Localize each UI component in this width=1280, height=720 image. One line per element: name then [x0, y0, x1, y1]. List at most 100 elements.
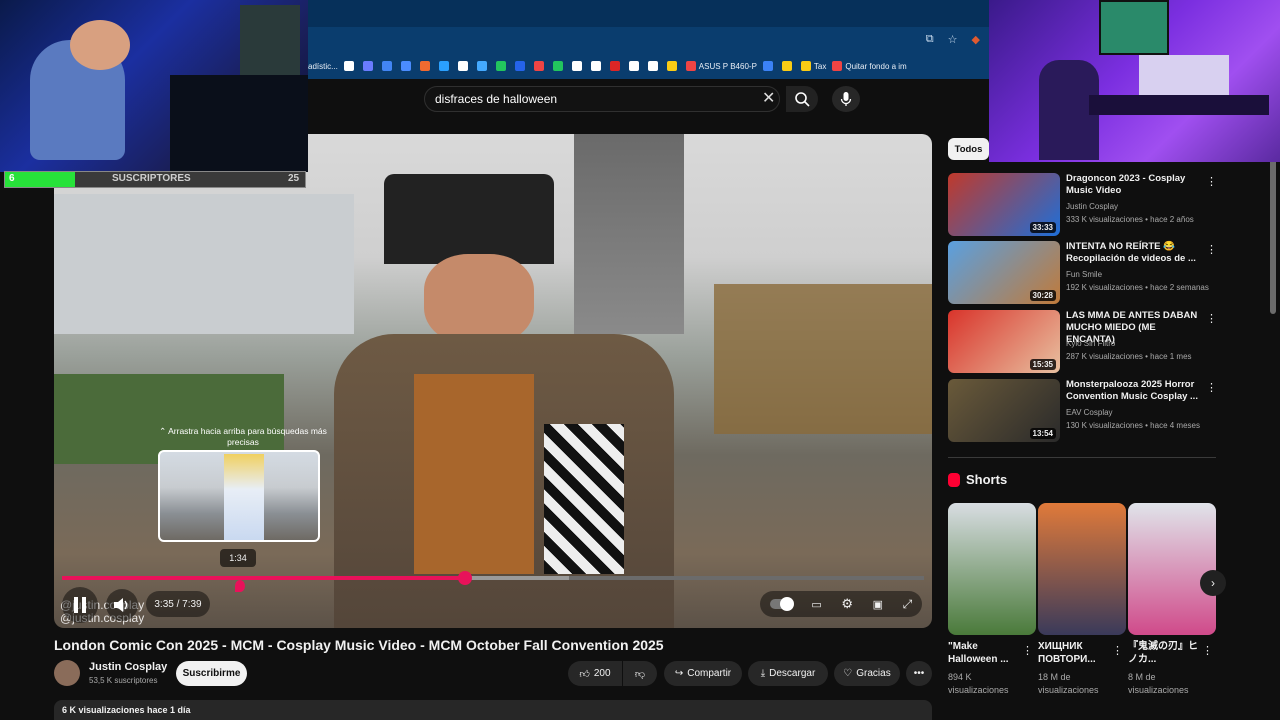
search-query[interactable]: disfraces de halloween	[435, 92, 557, 106]
bookmark-item[interactable]	[476, 61, 490, 71]
video-thumbnail[interactable]: 15:35	[948, 310, 1060, 373]
bookmark-item[interactable]	[419, 61, 433, 71]
subtitles-icon[interactable]: ▭	[811, 598, 821, 611]
video-player[interactable]	[54, 134, 932, 628]
bookmark-item[interactable]	[343, 61, 357, 71]
download-button[interactable]: ⤓ Descargar	[748, 661, 828, 686]
recommendation-item[interactable]: 30:28 INTENTA NO REÍRTE 😂 Recopilación de…	[948, 241, 1218, 305]
time-display: 3:35 / 7:39	[146, 591, 210, 617]
video-duration: 30:28	[1029, 290, 1056, 301]
voice-search-button[interactable]	[832, 86, 860, 112]
video-thumbnail[interactable]: 13:54	[948, 379, 1060, 442]
settings-gear-icon[interactable]: ⚙	[841, 596, 853, 612]
room-monitor-main	[1099, 0, 1169, 55]
short-title[interactable]: 『鬼滅の刃』ヒノカ...	[1128, 640, 1198, 666]
thanks-button[interactable]: ♡ Gracias	[834, 661, 900, 686]
volume-button[interactable]	[106, 589, 138, 621]
short-thumbnail[interactable]	[1038, 503, 1126, 635]
bookmark-item[interactable]	[571, 61, 585, 71]
bookmark-item[interactable]	[381, 61, 395, 71]
recommendation-channel[interactable]: Kylo Sin Filtro	[1066, 339, 1115, 348]
short-title[interactable]: ХИЩНИК ПОВТОРИ...	[1038, 640, 1108, 666]
miniplayer-icon[interactable]: ▣	[873, 598, 883, 611]
recommendation-title[interactable]: Dragoncon 2023 - Cosplay Music Video	[1066, 173, 1201, 197]
bookmark-item[interactable]	[647, 61, 661, 71]
bookmark-item[interactable]	[514, 61, 528, 71]
recommendation-item[interactable]: 33:33 Dragoncon 2023 - Cosplay Music Vide…	[948, 173, 1218, 237]
subscriber-current: 6	[9, 173, 15, 184]
bookmark-favicon-icon	[400, 61, 411, 71]
webcam-overlay-right	[989, 0, 1280, 162]
video-thumbnail[interactable]: 33:33	[948, 173, 1060, 236]
bookmark-item[interactable]: Quitar fondo a im	[832, 61, 907, 71]
shorts-next-button[interactable]: ›	[1200, 570, 1226, 596]
bookmark-item[interactable]	[552, 61, 566, 71]
bookmark-item[interactable]: adístic...	[308, 62, 338, 71]
channel-avatar[interactable]	[54, 660, 80, 686]
more-vertical-icon[interactable]: ⋮	[1202, 644, 1213, 657]
more-vertical-icon[interactable]: ⋮	[1022, 644, 1033, 657]
more-vertical-icon[interactable]: ⋮	[1206, 243, 1217, 256]
bookmark-item[interactable]	[590, 61, 604, 71]
bookmark-item[interactable]	[628, 61, 642, 71]
bookmark-item[interactable]	[609, 61, 623, 71]
short-title[interactable]: "Make Halloween ...	[948, 640, 1018, 666]
channel-name[interactable]: Justin Cosplay	[89, 661, 167, 673]
more-actions-button[interactable]: •••	[906, 661, 932, 686]
bookmark-item[interactable]	[438, 61, 452, 71]
share-button[interactable]: ↪ Compartir	[664, 661, 742, 686]
subscriber-goal: 25	[288, 173, 300, 184]
bookmark-item[interactable]	[495, 61, 509, 71]
like-count: 200	[593, 668, 611, 679]
recommendation-channel[interactable]: Justin Cosplay	[1066, 202, 1118, 211]
building-backdrop	[54, 194, 354, 334]
extension-icon[interactable]: ◆	[972, 33, 980, 46]
description-box[interactable]: 6 K visualizaciones hace 1 día	[54, 700, 932, 720]
recommendation-meta: 192 K visualizaciones • hace 2 semanas	[1066, 283, 1209, 292]
recommendation-title[interactable]: Monsterpalooza 2025 Horror Convention Mu…	[1066, 379, 1201, 403]
bookmark-item[interactable]	[666, 61, 680, 71]
shorts-label: Shorts	[966, 472, 1008, 487]
short-thumbnail[interactable]	[948, 503, 1036, 635]
more-vertical-icon[interactable]: ⋮	[1206, 175, 1217, 188]
pause-button[interactable]	[62, 587, 98, 623]
bookmark-star-icon[interactable]: ☆	[948, 33, 958, 46]
search-input[interactable]: disfraces de halloween	[424, 86, 780, 112]
mouse-cursor-icon	[235, 580, 245, 592]
room-monitor-side	[1139, 55, 1229, 95]
progress-scrubber[interactable]	[458, 571, 472, 585]
filter-chip-all[interactable]: Todos	[948, 138, 989, 160]
bookmark-item[interactable]	[457, 61, 471, 71]
recommendation-channel[interactable]: EAV Cosplay	[1066, 408, 1113, 417]
bookmark-item[interactable]: Tax	[800, 61, 826, 71]
recommendation-meta: 287 K visualizaciones • hace 1 mes	[1066, 352, 1192, 361]
more-vertical-icon[interactable]: ⋮	[1112, 644, 1123, 657]
bookmark-item[interactable]	[400, 61, 414, 71]
bookmark-item[interactable]: ASUS P B460-P	[685, 61, 757, 71]
install-app-icon[interactable]: ⧉	[926, 33, 934, 46]
video-thumbnail[interactable]: 30:28	[948, 241, 1060, 304]
clear-search-icon[interactable]: ✕	[762, 90, 778, 108]
more-vertical-icon[interactable]: ⋮	[1206, 312, 1217, 325]
subscribe-button[interactable]: Suscribirme	[176, 661, 247, 686]
search-button[interactable]	[786, 86, 818, 112]
video-duration: 15:35	[1029, 359, 1056, 370]
autoplay-toggle[interactable]	[769, 597, 794, 611]
bookmark-item[interactable]	[762, 61, 776, 71]
bookmark-favicon-icon	[762, 61, 773, 71]
fullscreen-icon[interactable]: ⤢	[903, 597, 913, 612]
bookmark-item[interactable]	[781, 61, 795, 71]
bookmark-favicon-icon	[609, 61, 620, 71]
short-thumbnail[interactable]	[1128, 503, 1216, 635]
bookmark-favicon-icon	[685, 61, 696, 71]
recommendation-channel[interactable]: Fun Smile	[1066, 270, 1102, 279]
recommendation-item[interactable]: 15:35 LAS MMA DE ANTES DABAN MUCHO MIEDO …	[948, 310, 1218, 374]
recommendation-title[interactable]: INTENTA NO REÍRTE 😂 Recopilación de vide…	[1066, 241, 1201, 265]
bookmark-item[interactable]	[533, 61, 547, 71]
bookmark-favicon-icon	[533, 61, 544, 71]
dislike-button[interactable]: 👎︎	[623, 661, 657, 686]
recommendation-item[interactable]: 13:54 Monsterpalooza 2025 Horror Conventi…	[948, 379, 1218, 443]
more-vertical-icon[interactable]: ⋮	[1206, 381, 1217, 394]
bookmark-item[interactable]	[362, 61, 376, 71]
like-button[interactable]: 👍︎ 200	[568, 661, 622, 686]
